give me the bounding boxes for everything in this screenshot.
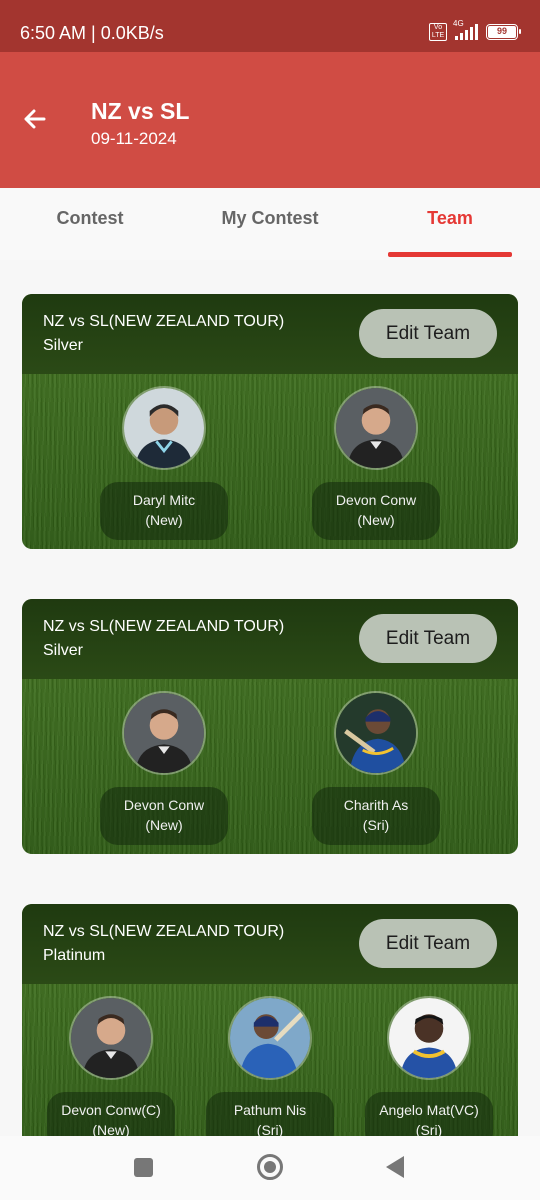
- active-tab-indicator: [388, 252, 512, 257]
- status-time: 6:50 AM | 0.0KB/s: [20, 23, 164, 43]
- player-team: (New): [145, 512, 183, 528]
- player-team: (New): [92, 1122, 130, 1136]
- status-icons: Vo LTE 4G 99: [429, 19, 521, 41]
- player-name: Daryl Mitc: [132, 492, 196, 508]
- status-bar: 6:50 AM | 0.0KB/s Vo LTE 4G 99: [0, 0, 540, 52]
- player-avatar: [122, 691, 206, 775]
- team-card: NZ vs SL(NEW ZEALAND TOUR) Platinum Edit…: [22, 904, 518, 1136]
- battery-icon: 99: [486, 24, 521, 40]
- player-label: Charith As (Sri): [312, 787, 440, 845]
- app-header: NZ vs SL 09-11-2024: [0, 52, 540, 188]
- player-label: Pathum Nis (Sri): [206, 1092, 334, 1136]
- player[interactable]: Charith As (Sri): [312, 691, 440, 845]
- team-card: NZ vs SL(NEW ZEALAND TOUR) Silver Edit T…: [22, 294, 518, 549]
- tab-team[interactable]: Team: [360, 208, 540, 229]
- tab-my-contest[interactable]: My Contest: [180, 208, 360, 229]
- team-card: NZ vs SL(NEW ZEALAND TOUR) Silver Edit T…: [22, 599, 518, 854]
- back-button[interactable]: [18, 102, 52, 136]
- player-avatar: [122, 386, 206, 470]
- player-avatar: [334, 386, 418, 470]
- home-icon[interactable]: [257, 1154, 283, 1180]
- player[interactable]: Devon Conw(C) (New): [47, 996, 175, 1136]
- player-label: Angelo Mat(VC) (Sri): [365, 1092, 493, 1136]
- edit-team-button[interactable]: Edit Team: [359, 919, 497, 968]
- team-tier: Platinum: [43, 947, 106, 964]
- arrow-left-icon: [24, 109, 46, 129]
- player-avatar: [387, 996, 471, 1080]
- player-name: Devon Conw: [335, 492, 417, 508]
- player-label: Devon Conw(C) (New): [47, 1092, 175, 1136]
- player-name: Devon Conw(C): [61, 1102, 161, 1118]
- system-nav-bar: [0, 1136, 540, 1200]
- player[interactable]: Pathum Nis (Sri): [206, 996, 334, 1136]
- recent-apps-icon[interactable]: [134, 1158, 153, 1177]
- player[interactable]: Devon Conw (New): [100, 691, 228, 845]
- player[interactable]: Daryl Mitc (New): [100, 386, 228, 540]
- team-tier: Silver: [43, 642, 84, 659]
- network-type-label: 4G: [453, 19, 464, 28]
- tab-contest[interactable]: Contest: [0, 208, 180, 229]
- nav-back-icon[interactable]: [386, 1156, 404, 1178]
- player-team: (Sri): [362, 817, 390, 833]
- player-name: Devon Conw: [123, 797, 205, 813]
- signal-icon: 4G: [453, 19, 478, 40]
- player-team: (Sri): [415, 1122, 443, 1136]
- player-team: (New): [357, 512, 395, 528]
- player-label: Devon Conw (New): [100, 787, 228, 845]
- player-team: (Sri): [256, 1122, 284, 1136]
- volte-icon: Vo LTE: [429, 23, 447, 41]
- match-name: NZ vs SL(NEW ZEALAND TOUR): [43, 313, 285, 330]
- player-name: Charith As: [343, 797, 409, 813]
- player[interactable]: Devon Conw (New): [312, 386, 440, 540]
- match-name: NZ vs SL(NEW ZEALAND TOUR): [43, 618, 285, 635]
- player[interactable]: Angelo Mat(VC) (Sri): [365, 996, 493, 1136]
- team-tier: Silver: [43, 337, 84, 354]
- match-name: NZ vs SL(NEW ZEALAND TOUR): [43, 923, 285, 940]
- battery-level: 99: [488, 26, 516, 38]
- player-team: (New): [145, 817, 183, 833]
- match-date: 09-11-2024: [91, 129, 177, 148]
- player-name: Angelo Mat(VC): [379, 1102, 479, 1118]
- player-label: Daryl Mitc (New): [100, 482, 228, 540]
- player-label: Devon Conw (New): [312, 482, 440, 540]
- tab-bar: Contest My Contest Team: [0, 188, 540, 260]
- edit-team-button[interactable]: Edit Team: [359, 614, 497, 663]
- player-name: Pathum Nis: [233, 1102, 307, 1118]
- player-avatar: [228, 996, 312, 1080]
- page-title: NZ vs SL: [91, 98, 190, 124]
- player-avatar: [69, 996, 153, 1080]
- edit-team-button[interactable]: Edit Team: [359, 309, 497, 358]
- team-list[interactable]: NZ vs SL(NEW ZEALAND TOUR) Silver Edit T…: [0, 260, 540, 1136]
- player-avatar: [334, 691, 418, 775]
